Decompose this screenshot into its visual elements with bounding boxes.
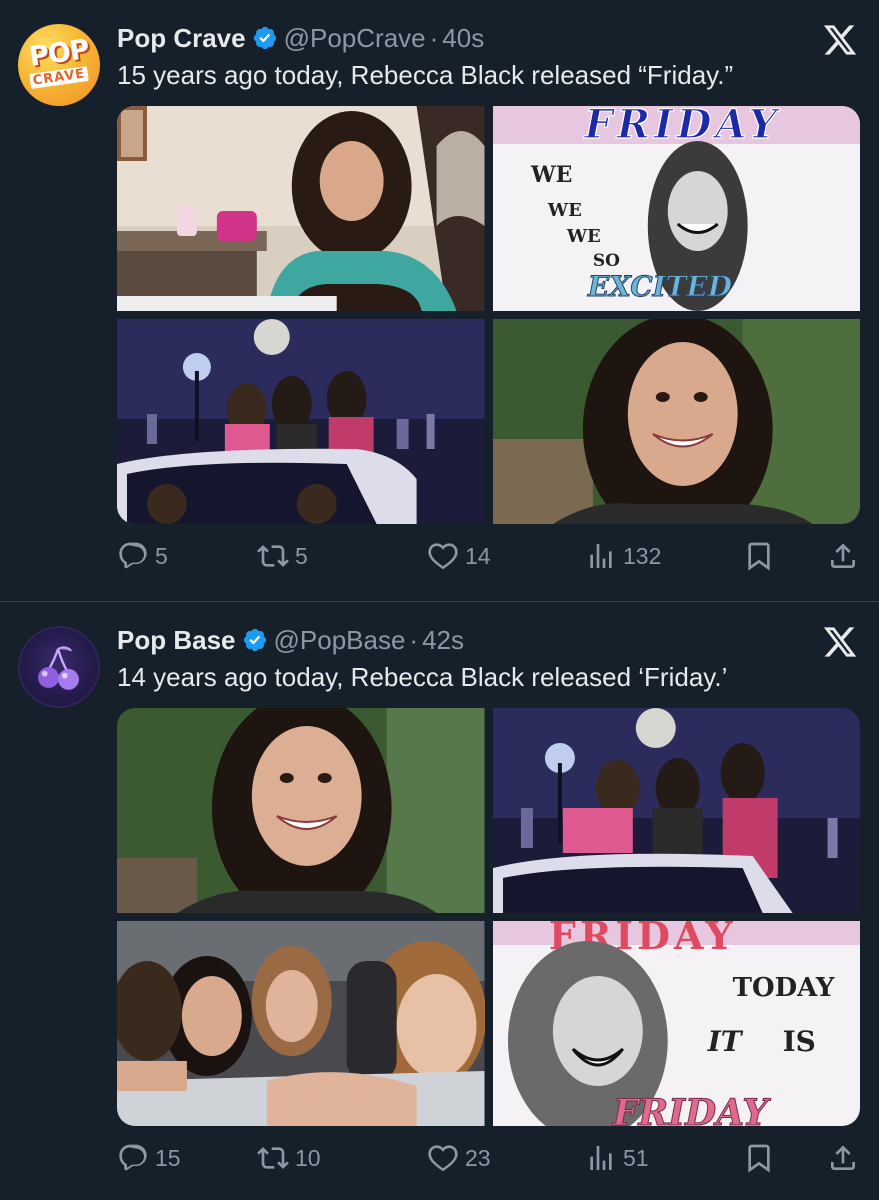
- media-grid: FRIDAY WE WE WE SO EXCITED: [117, 106, 860, 524]
- reply-count: 5: [155, 542, 168, 569]
- caption-we-2: WE: [546, 200, 581, 221]
- share-icon: [831, 1145, 855, 1170]
- tweet-header: Pop Base @PopBase · 42s: [117, 624, 464, 656]
- photo-smiling-closeup: [117, 708, 485, 913]
- verified-badge-icon: [253, 26, 276, 50]
- separator-dot: ·: [429, 22, 439, 53]
- photo-friends-in-car: [117, 921, 485, 1126]
- separator-dot: ·: [409, 624, 419, 655]
- tweet-image-2[interactable]: [492, 708, 860, 913]
- avatar-pop-crave[interactable]: POP CRAVE: [18, 24, 100, 106]
- tweet-image-4[interactable]: [492, 319, 860, 524]
- tweet-actions: 5 5 14 132: [117, 538, 862, 574]
- comic-friday-today-it-is-friday: FRIDAY TODAY IT IS FRIDAY: [492, 921, 860, 1126]
- tweet-text: 15 years ago today, Rebecca Black releas…: [117, 60, 734, 90]
- views-icon: [590, 544, 612, 568]
- views-count: 51: [623, 1144, 649, 1171]
- caption-excited: EXCITED: [586, 270, 732, 303]
- share-icon: [831, 543, 855, 568]
- reply-icon: [119, 542, 147, 569]
- tweet-actions: 15 10 23 51: [117, 1140, 862, 1176]
- cherry-icon: [38, 646, 79, 690]
- share-button[interactable]: [827, 538, 859, 574]
- tweet-pop-crave[interactable]: POP CRAVE Pop Crave @PopCrave · 40s 15 y…: [0, 0, 879, 601]
- tweet-image-3[interactable]: [117, 921, 485, 1126]
- views-icon: [590, 1146, 612, 1170]
- retweet-button[interactable]: 5: [257, 538, 308, 574]
- like-count: 14: [465, 542, 491, 569]
- tweet-text: 14 years ago today, Rebecca Black releas…: [117, 662, 728, 692]
- caption-so: SO: [592, 251, 619, 271]
- photo-night-convertible: [117, 319, 485, 524]
- caption-friday: FRIDAY: [583, 106, 780, 148]
- views-button[interactable]: 132: [585, 538, 661, 574]
- avatar-pop-base[interactable]: [18, 626, 100, 708]
- caption-friday-bottom: FRIDAY: [611, 1092, 770, 1126]
- comic-friday-we-so-excited: FRIDAY WE WE WE SO EXCITED: [492, 106, 860, 311]
- photo-night-convertible: [492, 708, 860, 913]
- tweet-image-4[interactable]: FRIDAY TODAY IT IS FRIDAY: [492, 921, 860, 1126]
- like-button[interactable]: 14: [427, 538, 491, 574]
- retweet-count: 10: [295, 1144, 321, 1171]
- reply-button[interactable]: 5: [117, 538, 168, 574]
- views-count: 132: [623, 542, 662, 569]
- handle[interactable]: @PopCrave: [284, 23, 426, 54]
- x-logo-icon: [823, 25, 857, 55]
- display-name[interactable]: Pop Crave: [117, 23, 246, 54]
- tweet-image-2[interactable]: FRIDAY WE WE WE SO EXCITED: [492, 106, 860, 311]
- reply-button[interactable]: 15: [117, 1140, 181, 1176]
- bookmark-button[interactable]: [743, 538, 775, 574]
- reply-icon: [119, 1144, 147, 1171]
- photo-bedroom: [117, 106, 485, 311]
- retweet-icon: [257, 1147, 289, 1169]
- bookmark-button[interactable]: [743, 1140, 775, 1176]
- x-logo-icon: [823, 627, 857, 657]
- verified-badge-icon: [243, 628, 266, 652]
- handle[interactable]: @PopBase: [274, 625, 406, 656]
- media-grid: FRIDAY TODAY IT IS FRIDAY: [117, 708, 860, 1126]
- share-button[interactable]: [827, 1140, 859, 1176]
- views-button[interactable]: 51: [585, 1140, 649, 1176]
- caption-it: IT: [706, 1025, 743, 1058]
- tweet-header: Pop Crave @PopCrave · 40s: [117, 22, 484, 54]
- display-name[interactable]: Pop Base: [117, 625, 236, 656]
- tweet-pop-base[interactable]: Pop Base @PopBase · 42s 14 years ago tod…: [0, 601, 879, 1200]
- caption-we-3: WE: [565, 226, 600, 247]
- reply-count: 15: [155, 1144, 181, 1171]
- caption-today: TODAY: [732, 973, 834, 1003]
- caption-we-1: WE: [529, 162, 571, 188]
- like-icon: [428, 1145, 458, 1172]
- tweet-image-3[interactable]: [117, 319, 485, 524]
- like-count: 23: [465, 1144, 491, 1171]
- tweet-image-1[interactable]: [117, 708, 485, 913]
- bookmark-icon: [748, 542, 770, 571]
- photo-smiling-closeup: [492, 319, 860, 524]
- caption-is: IS: [782, 1025, 815, 1058]
- retweet-count: 5: [295, 542, 308, 569]
- timestamp[interactable]: 40s: [442, 23, 484, 54]
- bookmark-icon: [748, 1144, 770, 1173]
- timestamp[interactable]: 42s: [422, 625, 464, 656]
- retweet-icon: [257, 545, 289, 567]
- like-button[interactable]: 23: [427, 1140, 491, 1176]
- retweet-button[interactable]: 10: [257, 1140, 321, 1176]
- like-icon: [428, 543, 458, 570]
- tweet-image-1[interactable]: [117, 106, 485, 311]
